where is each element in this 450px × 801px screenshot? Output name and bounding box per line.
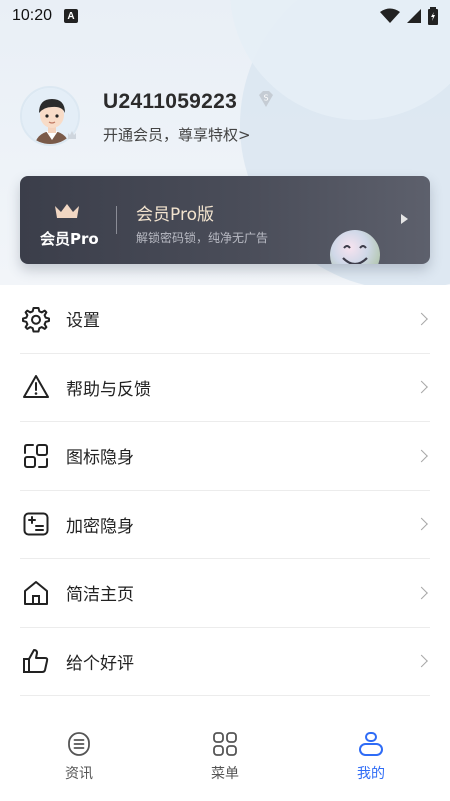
- pro-subtitle: 解锁密码锁，纯净无广告: [136, 231, 269, 245]
- bottom-tab-bar: 资讯 菜单 我的: [0, 721, 450, 801]
- tab-menu[interactable]: 菜单: [185, 731, 265, 783]
- menu-item-encrypt-hide[interactable]: 加密隐身: [20, 491, 430, 559]
- pro-divider: [116, 206, 117, 234]
- encrypt-icon: [23, 512, 49, 536]
- settings-menu: 设置 帮助与反馈 图标隐身 加密隐身 简洁主页 给个好评: [20, 285, 430, 696]
- menu-item-settings[interactable]: 设置: [20, 285, 430, 354]
- wifi-icon: [380, 8, 400, 23]
- chevron-right-icon: [415, 449, 428, 463]
- menu-item-label: 加密隐身: [66, 516, 134, 537]
- chevron-right-icon: [415, 517, 428, 531]
- app-hide-icon: [24, 443, 48, 468]
- crown-icon: [55, 204, 79, 218]
- home-icon: [24, 580, 48, 605]
- user-id: U2411059223: [103, 90, 238, 113]
- grid-icon: [213, 732, 237, 756]
- battery-icon: [428, 7, 438, 25]
- smiley-sticker-icon: [330, 230, 380, 264]
- menu-item-rate[interactable]: 给个好评: [20, 628, 430, 696]
- menu-item-label: 设置: [66, 311, 100, 332]
- chevron-right-icon: [415, 380, 428, 394]
- menu-item-icon-hide[interactable]: 图标隐身: [20, 422, 430, 491]
- profile-icon: [359, 732, 383, 756]
- tab-label: 资讯: [65, 766, 93, 782]
- avatar-badge-icon: [68, 131, 76, 139]
- news-icon: [68, 732, 90, 756]
- menu-item-label: 简洁主页: [66, 585, 134, 606]
- tab-profile[interactable]: 我的: [331, 731, 411, 783]
- menu-item-help-feedback[interactable]: 帮助与反馈: [20, 354, 430, 422]
- pro-membership-card[interactable]: 会员Pro 会员Pro版 解锁密码锁，纯净无广告: [20, 176, 430, 264]
- membership-link[interactable]: 开通会员，尊享特权>: [103, 124, 251, 145]
- tab-label: 我的: [357, 766, 385, 782]
- pro-title: 会员Pro版: [136, 205, 214, 225]
- menu-item-label: 图标隐身: [66, 448, 134, 469]
- chevron-right-icon: [415, 586, 428, 600]
- menu-item-label: 帮助与反馈: [66, 379, 151, 400]
- chevron-right-icon: [415, 312, 428, 326]
- status-time: 10:20: [12, 7, 53, 24]
- notification-a-icon: A: [64, 9, 79, 23]
- svg-text:S: S: [263, 94, 268, 103]
- menu-item-label: 给个好评: [66, 653, 134, 674]
- thumbs-up-icon: [23, 649, 49, 674]
- diamond-badge-icon: S: [259, 91, 273, 107]
- pro-logo-text: 会员Pro: [40, 230, 99, 248]
- pro-arrow-icon: [401, 214, 408, 224]
- warning-icon: [23, 375, 49, 399]
- menu-item-simple-home[interactable]: 简洁主页: [20, 559, 430, 628]
- gear-icon: [22, 306, 50, 333]
- tab-label: 菜单: [211, 766, 239, 782]
- chevron-right-icon: [415, 654, 428, 668]
- signal-icon: [407, 9, 421, 23]
- status-bar: 10:20 A: [0, 0, 450, 32]
- tab-news[interactable]: 资讯: [39, 731, 119, 783]
